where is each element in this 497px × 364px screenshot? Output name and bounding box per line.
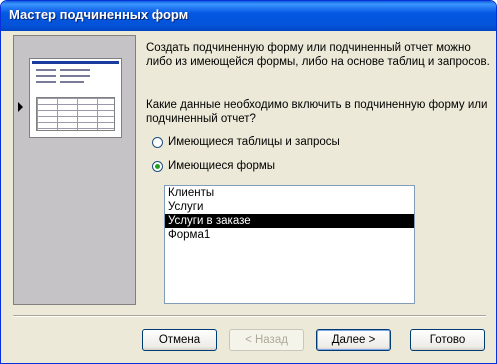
title-bar[interactable]: Мастер подчиненных форм [1, 1, 496, 31]
radio-existing-forms-label: Имеющиеся формы [168, 160, 276, 172]
question-text-line2: подчиненный отчет? [146, 113, 256, 125]
intro-text-line2: либо из имеющейся формы, либо на основе … [146, 56, 490, 68]
forms-listbox[interactable]: Клиенты Услуги Услуги в заказе Форма1 [164, 185, 415, 304]
form-preview-icon [29, 58, 122, 138]
radio-tables-queries-label: Имеющиеся таблицы и запросы [168, 136, 340, 148]
cancel-button[interactable]: Отмена [142, 329, 217, 351]
list-item[interactable]: Клиенты [165, 186, 414, 200]
radio-button-circle[interactable] [152, 136, 163, 148]
button-separator [13, 315, 486, 317]
next-button[interactable]: Далее > [316, 329, 391, 351]
intro-text-line1: Создать подчиненную форму или подчиненны… [146, 42, 471, 54]
radio-selected-dot [155, 163, 160, 169]
radio-tables-queries[interactable]: Имеющиеся таблицы и запросы [152, 136, 340, 148]
list-item[interactable]: Услуги [165, 200, 414, 214]
subform-wizard-window: Мастер подчиненных форм Создать подчинен… [0, 0, 497, 364]
question-text-line1: Какие данные необходимо включить в подчи… [146, 99, 488, 111]
pointer-arrow-icon [18, 102, 23, 112]
radio-button-circle[interactable] [152, 160, 163, 172]
window-title: Мастер подчиненных форм [9, 7, 189, 22]
finish-button[interactable]: Готово [410, 329, 485, 351]
list-item-selected[interactable]: Услуги в заказе [165, 214, 414, 228]
back-button[interactable]: < Назад [229, 329, 304, 351]
subform-grid-preview [36, 97, 115, 131]
radio-existing-forms[interactable]: Имеющиеся формы [152, 160, 275, 172]
list-item[interactable]: Форма1 [165, 228, 414, 242]
wizard-preview-pane [13, 35, 136, 305]
